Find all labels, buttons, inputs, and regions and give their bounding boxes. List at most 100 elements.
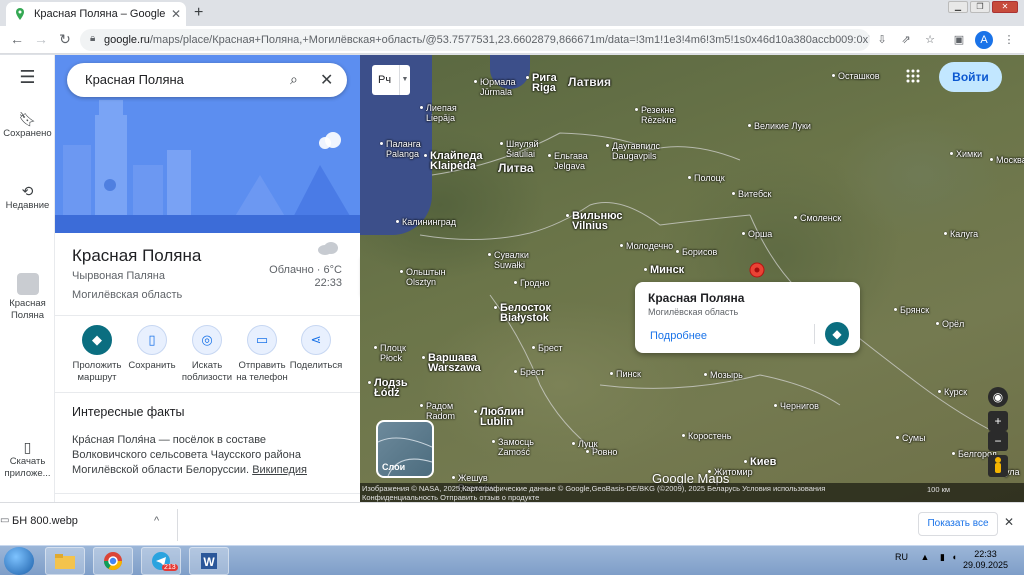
city-label[interactable]: Люблин Lublin (480, 407, 524, 428)
close-downloads-bar-icon[interactable]: ✕ (1004, 515, 1014, 529)
chrome-taskbar-button[interactable] (93, 547, 133, 575)
side-panel-icon[interactable]: ▣ (951, 32, 967, 48)
city-label[interactable]: Лиепая Liepāja (426, 103, 457, 123)
share-page-icon[interactable]: ⇗ (898, 32, 914, 48)
rail-item-download-app[interactable]: ▯ Скачать приложе... (0, 440, 55, 480)
directions-button[interactable]: ◆ Проложить маршрут (67, 325, 127, 384)
bookmark-star-icon[interactable]: ☆ (922, 32, 938, 48)
telegram-taskbar-button[interactable]: 213 (141, 547, 181, 575)
back-icon[interactable]: ← (8, 31, 26, 47)
network-icon[interactable]: ▮ (940, 552, 945, 562)
city-label[interactable]: Калининград (402, 217, 456, 227)
address-bar[interactable]: google.ru/maps/place/Красная+Поляна,+Мог… (80, 29, 870, 51)
language-toggle-button[interactable]: Рч ▼ (372, 65, 410, 95)
tray-expand-icon[interactable]: ▲ (921, 552, 930, 562)
city-label[interactable]: Гродно (520, 278, 549, 288)
start-button[interactable] (4, 547, 34, 575)
city-label[interactable]: Пинск (616, 369, 641, 379)
rail-item-recent[interactable]: ⟲ Недавние (0, 184, 55, 212)
city-label[interactable]: Рига Riga (532, 73, 557, 94)
attribution-links[interactable]: Конфиденциальность Отправить отзыв о про… (362, 493, 1022, 502)
city-label[interactable]: Вильнюс Vilnius (572, 211, 622, 232)
save-button[interactable]: ▯ Сохранить (122, 325, 182, 372)
new-tab-button[interactable]: + (194, 4, 203, 22)
search-input[interactable]: Красная Поляна (67, 63, 347, 97)
city-label[interactable]: Орша (748, 229, 772, 239)
rail-item-place[interactable]: Красная Поляна (0, 273, 55, 322)
tab-close-icon[interactable]: ✕ (168, 7, 184, 21)
send-to-phone-button[interactable]: ▭ Отправить на телефон (232, 325, 292, 384)
download-item[interactable]: БН 800.webp (12, 515, 78, 527)
google-apps-icon[interactable] (906, 69, 920, 83)
city-label[interactable]: Даугавпилс Daugavpils (612, 141, 660, 161)
city-label[interactable]: Осташков (838, 71, 880, 81)
menu-icon[interactable]: ☰ (0, 68, 55, 86)
city-label[interactable]: Чернигов (780, 401, 819, 411)
city-label[interactable]: Шяуляй Šiauliai (506, 139, 539, 159)
city-label[interactable]: Молодечно (626, 241, 673, 251)
city-label[interactable]: Полоцк (694, 173, 725, 183)
wikipedia-link[interactable]: Википедия (252, 464, 307, 476)
map-canvas[interactable]: Латвия Литва Рига Riga Юрмала Jūrmala Лиепая Li… (360, 55, 1024, 502)
volume-icon[interactable]: ◖ (951, 552, 956, 562)
zoom-in-button[interactable]: + (988, 411, 1008, 431)
city-label[interactable]: Сумы (902, 433, 926, 443)
city-label[interactable]: Киев (750, 457, 776, 468)
my-location-icon[interactable]: ◉ (988, 387, 1008, 407)
show-all-downloads-button[interactable]: Показать все (918, 512, 998, 536)
lock-icon[interactable]: 🔒︎ (90, 33, 95, 44)
attribution-text[interactable]: Изображения © NASA, 2025,Картографически… (362, 484, 1022, 493)
word-taskbar-button[interactable]: W (189, 547, 229, 575)
layers-button[interactable]: Слои (376, 420, 434, 478)
nearby-button[interactable]: ◎ Искать поблизости (177, 325, 237, 384)
city-label[interactable]: Луцк (578, 439, 598, 449)
city-label[interactable]: Минск (650, 265, 684, 276)
city-label[interactable]: Сувалки Suwałki (494, 250, 529, 270)
search-icon[interactable]: ⌕ (290, 71, 298, 88)
city-label[interactable]: Замосць Zamość (498, 437, 534, 457)
taskbar-clock[interactable]: 22:33 29.09.2025 (963, 549, 1008, 571)
file-explorer-taskbar-button[interactable] (45, 547, 85, 575)
window-close-icon[interactable]: ✕ (992, 1, 1018, 13)
directions-icon[interactable]: ◆ (825, 322, 849, 346)
city-label[interactable]: Резекне Rēzekne (641, 105, 677, 125)
chrome-menu-icon[interactable]: ⋮ (1001, 32, 1017, 48)
city-label[interactable]: Витебск (738, 189, 771, 199)
input-language[interactable]: RU (895, 552, 908, 562)
share-button[interactable]: ⋖ Поделиться (286, 325, 346, 372)
restore-icon[interactable]: ❐ (970, 1, 990, 13)
city-label[interactable]: Плоцк Płock (380, 343, 406, 363)
forward-icon[interactable]: → (32, 31, 50, 47)
city-label[interactable]: Паланга Palanga (386, 139, 421, 159)
minimize-icon[interactable]: ▁ (948, 1, 968, 13)
city-label[interactable]: Борисов (682, 247, 717, 257)
city-label[interactable]: Брянск (900, 305, 929, 315)
city-label[interactable]: Радом Radom (426, 401, 455, 421)
download-options-icon[interactable]: ^ (154, 515, 159, 527)
city-label[interactable]: Москва (996, 155, 1024, 165)
rail-item-saved[interactable]: 🔖︎ Сохранено (0, 112, 55, 140)
city-label[interactable]: Смоленск (800, 213, 841, 223)
city-label[interactable]: Мозырь (710, 370, 743, 380)
city-label[interactable]: Орёл (942, 319, 964, 329)
city-label[interactable]: Клайпеда Klaipėda (430, 151, 482, 172)
city-label[interactable]: Калуга (950, 229, 978, 239)
city-label[interactable]: Лодзь Łódź (374, 378, 408, 399)
city-label[interactable]: Химки (956, 149, 982, 159)
city-label[interactable]: Юрмала Jūrmala (480, 77, 516, 97)
street-view-pegman-icon[interactable] (988, 455, 1008, 477)
clear-search-icon[interactable]: ✕ (320, 70, 333, 90)
reload-icon[interactable]: ↻ (56, 31, 74, 48)
city-label[interactable]: Брест (520, 367, 545, 377)
city-label[interactable]: Коростень (688, 431, 731, 441)
city-label[interactable]: Ольштын Olsztyn (406, 267, 446, 287)
more-details-link[interactable]: Подробнее (650, 330, 707, 342)
city-label[interactable]: Великие Луки (754, 121, 811, 131)
city-label[interactable]: Брест (538, 343, 563, 353)
profile-avatar[interactable]: A (975, 31, 993, 49)
place-info-card[interactable]: Красная Поляна Могилёвская область Подро… (635, 282, 860, 353)
chevron-down-icon[interactable]: ▼ (399, 65, 410, 95)
sign-in-button[interactable]: Войти (939, 62, 1002, 92)
city-label[interactable]: Ельгава Jelgava (554, 151, 588, 171)
city-label[interactable]: Варшава Warszawa (428, 353, 481, 374)
